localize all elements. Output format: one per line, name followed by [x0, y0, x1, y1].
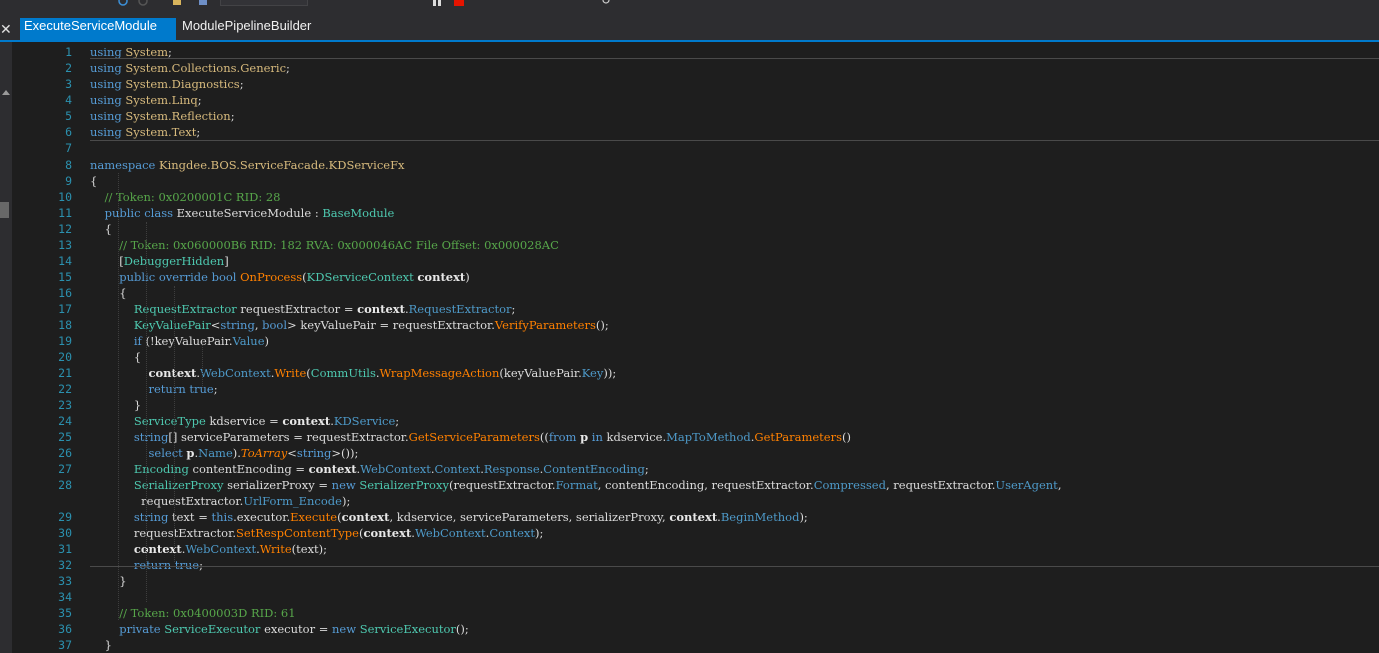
- code-line[interactable]: using System.Text;: [90, 124, 200, 140]
- toolbar: C#: [0, 0, 1379, 8]
- pause-icon[interactable]: [432, 0, 442, 6]
- line-number: 25: [58, 430, 72, 444]
- indent-guide: [146, 222, 147, 602]
- current-line-highlight: [90, 58, 1379, 59]
- line-number: 9: [65, 174, 72, 188]
- code-line[interactable]: KeyValuePair<string, bool> keyValuePair …: [90, 317, 609, 333]
- indent-guide: [202, 340, 203, 388]
- code-line[interactable]: return true;: [90, 381, 218, 397]
- code-line[interactable]: using System.Linq;: [90, 92, 202, 108]
- line-number: 37: [58, 638, 72, 652]
- line-number: 29: [58, 510, 72, 524]
- code-line[interactable]: {: [90, 173, 97, 189]
- line-number: 26: [58, 446, 72, 460]
- line-number: 3: [65, 77, 72, 91]
- line-number: 18: [58, 318, 72, 332]
- method-separator: [90, 566, 1379, 567]
- line-number: 22: [58, 382, 72, 396]
- scrollbar-thumb[interactable]: [0, 202, 9, 218]
- code-line[interactable]: [DebuggerHidden]: [90, 253, 228, 269]
- line-number: 20: [58, 350, 72, 364]
- line-number: 19: [58, 334, 72, 348]
- line-number: 32: [58, 558, 72, 572]
- code-line[interactable]: // Token: 0x0400003D RID: 61: [90, 605, 295, 621]
- line-number: 5: [65, 109, 72, 123]
- line-number: 1: [65, 45, 72, 59]
- line-number: 14: [58, 254, 72, 268]
- code-line[interactable]: ServiceType kdservice = context.KDServic…: [90, 413, 399, 429]
- code-line[interactable]: context.WebContext.Write(text);: [90, 541, 327, 557]
- code-line[interactable]: {: [90, 221, 112, 237]
- line-number: 11: [58, 206, 72, 220]
- line-number: 13: [58, 238, 72, 252]
- code-line[interactable]: {: [90, 285, 126, 301]
- code-editor[interactable]: 1 2 3 4 5 6 7 8 9 10 11 12 13 14 15 16 17 18 19 20 21 22 23 24 2…: [36, 42, 1379, 653]
- line-number: 28: [58, 478, 72, 492]
- code-line[interactable]: }: [90, 573, 126, 589]
- line-number: 15: [58, 270, 72, 284]
- indent-guide: [174, 286, 175, 562]
- code-line[interactable]: if (!keyValuePair.Value): [90, 333, 269, 349]
- close-icon[interactable]: ✕: [0, 20, 12, 38]
- line-number: 30: [58, 526, 72, 540]
- open-icon[interactable]: [172, 0, 182, 6]
- code-line[interactable]: requestExtractor.SetRespContentType(cont…: [90, 525, 544, 541]
- code-line[interactable]: public class ExecuteServiceModule : Base…: [90, 205, 395, 221]
- using-block-separator: [90, 140, 1379, 141]
- scroll-up-icon[interactable]: [2, 90, 10, 95]
- code-line[interactable]: using System.Reflection;: [90, 108, 235, 124]
- line-number: 8: [65, 158, 72, 172]
- line-number: 12: [58, 222, 72, 236]
- side-panel-strip: [0, 42, 12, 653]
- forward-icon[interactable]: [138, 0, 148, 6]
- line-number: 33: [58, 574, 72, 588]
- stop-icon[interactable]: [454, 0, 464, 6]
- line-number: 35: [58, 606, 72, 620]
- language-combo[interactable]: C#: [220, 0, 308, 6]
- line-number: 21: [58, 366, 72, 380]
- line-number: 23: [58, 398, 72, 412]
- line-number: 2: [65, 61, 72, 75]
- line-number: 34: [58, 590, 72, 604]
- code-line[interactable]: RequestExtractor requestExtractor = cont…: [90, 301, 516, 317]
- code-line[interactable]: using System.Collections.Generic;: [90, 60, 290, 76]
- line-number: 24: [58, 414, 72, 428]
- code-line[interactable]: using System.Diagnostics;: [90, 76, 244, 92]
- code-line[interactable]: requestExtractor.UrlForm_Encode);: [90, 493, 350, 509]
- line-number: 31: [58, 542, 72, 556]
- line-number: 17: [58, 302, 72, 316]
- code-line[interactable]: string[] serviceParameters = requestExtr…: [90, 429, 851, 445]
- line-number: 16: [58, 286, 72, 300]
- code-line[interactable]: // Token: 0x060000B6 RID: 182 RVA: 0x000…: [90, 237, 559, 253]
- code-line[interactable]: SerializerProxy serializerProxy = new Se…: [90, 477, 1062, 493]
- code-line[interactable]: {: [90, 349, 141, 365]
- tab-execute-service-module[interactable]: ExecuteServiceModule: [20, 18, 176, 40]
- code-line[interactable]: string text = this.executor.Execute(cont…: [90, 509, 808, 525]
- line-number: 10: [58, 190, 72, 204]
- code-line[interactable]: }: [90, 397, 141, 413]
- line-number: 4: [65, 93, 72, 107]
- save-icon[interactable]: [198, 0, 208, 6]
- line-number: 27: [58, 462, 72, 476]
- code-line[interactable]: }: [90, 637, 112, 653]
- code-line[interactable]: private ServiceExecutor executor = new S…: [90, 621, 469, 637]
- tab-module-pipeline-builder[interactable]: ModulePipelineBuilder: [178, 18, 320, 40]
- line-number: 6: [65, 125, 72, 139]
- indent-guide: [118, 173, 119, 620]
- line-number: 36: [58, 622, 72, 636]
- code-line[interactable]: namespace Kingdee.BOS.ServiceFacade.KDSe…: [90, 157, 405, 173]
- code-line[interactable]: context.WebContext.Write(CommUtils.WrapM…: [90, 365, 617, 381]
- back-icon[interactable]: [118, 0, 128, 6]
- line-number: 7: [65, 141, 72, 155]
- search-icon[interactable]: [600, 0, 610, 6]
- code-line[interactable]: select p.Name).ToArray<string>());: [90, 445, 359, 461]
